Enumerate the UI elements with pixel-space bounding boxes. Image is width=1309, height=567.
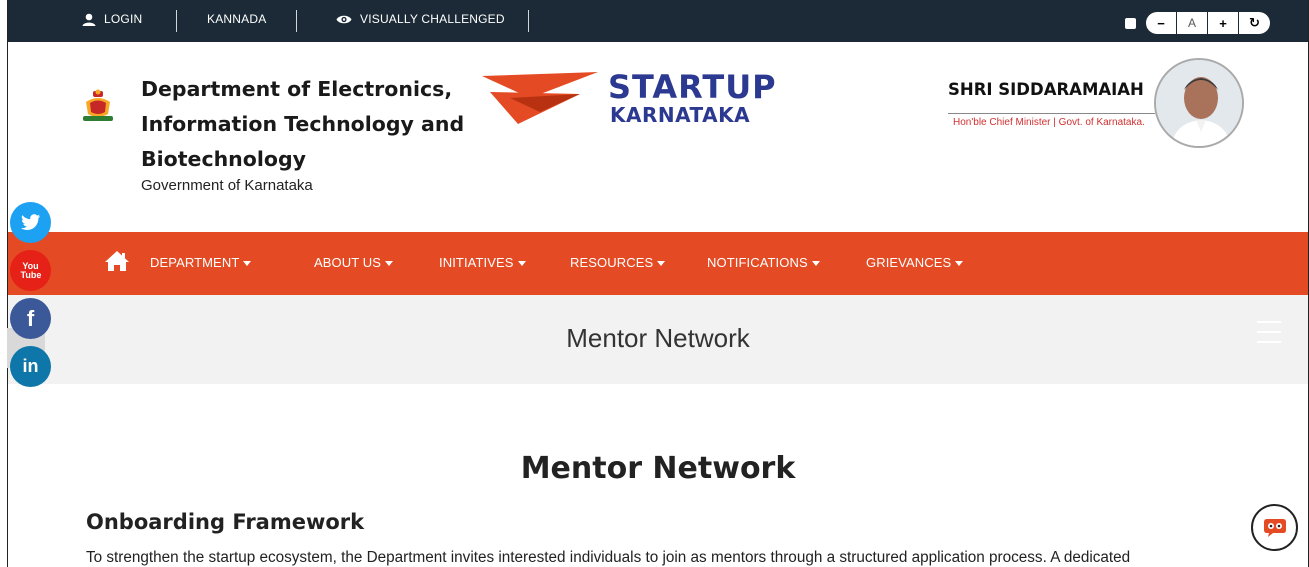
nav-label: INITIATIVES <box>439 255 514 270</box>
divider <box>176 10 177 32</box>
section-paragraph: To strengthen the startup ecosystem, the… <box>86 549 1131 566</box>
font-decrease-button[interactable]: − <box>1146 12 1177 34</box>
linkedin-icon: in <box>22 356 39 376</box>
login-label: LOGIN <box>104 12 143 26</box>
nav-label: NOTIFICATIONS <box>707 255 808 270</box>
facebook-link[interactable]: f <box>10 298 51 339</box>
twitter-link[interactable] <box>10 202 51 243</box>
user-icon <box>82 13 96 26</box>
logo-arrow-icon <box>482 72 598 124</box>
nav-item-about-us[interactable]: ABOUT US <box>314 255 394 270</box>
caret-down-icon <box>517 260 526 266</box>
facebook-icon: f <box>26 305 35 331</box>
nav-label: ABOUT US <box>314 255 382 270</box>
main-navigation: DEPARTMENT ABOUT US INITIATIVES RESOURCE… <box>8 232 1308 295</box>
department-subtitle: Government of Karnataka <box>141 177 313 194</box>
linkedin-link[interactable]: in <box>10 346 51 387</box>
youtube-link[interactable]: You Tube <box>10 250 51 291</box>
home-icon[interactable] <box>104 250 130 272</box>
avatar-portrait-icon <box>1156 60 1242 146</box>
department-title: Department of Electronics, Information T… <box>141 77 465 171</box>
logo-word-karnataka: KARNATAKA <box>610 103 751 127</box>
chief-minister-title: Hon'ble Chief Minister | Govt. of Karnat… <box>953 117 1145 128</box>
contrast-checkbox[interactable] <box>1125 17 1136 29</box>
nav-label: DEPARTMENT <box>150 255 240 270</box>
page-banner: Mentor Network <box>8 295 1308 384</box>
divider <box>296 10 297 32</box>
accessibility-controls: − A + ↻ <box>1125 12 1270 34</box>
divider <box>948 113 1155 114</box>
caret-down-icon <box>385 260 394 266</box>
chat-bot-icon <box>1263 518 1286 537</box>
chief-minister-name: SHRI SIDDARAMAIAH <box>948 80 1144 99</box>
caret-down-icon <box>657 260 666 266</box>
visually-challenged-link[interactable]: VISUALLY CHALLENGED <box>336 12 505 26</box>
visually-challenged-label: VISUALLY CHALLENGED <box>360 12 505 26</box>
startup-karnataka-logo[interactable]: STARTUP KARNATAKA <box>480 68 800 128</box>
divider <box>528 10 529 32</box>
youtube-icon: You Tube <box>20 260 42 280</box>
nav-item-notifications[interactable]: NOTIFICATIONS <box>707 255 820 270</box>
nav-label: RESOURCES <box>570 255 654 270</box>
page-heading: Mentor Network <box>520 451 796 486</box>
nav-label: GRIEVANCES <box>866 255 952 270</box>
hamburger-menu-icon[interactable] <box>1257 321 1281 351</box>
eye-icon <box>336 15 352 23</box>
section-heading: Onboarding Framework <box>86 510 365 534</box>
reset-button[interactable]: ↻ <box>1239 12 1270 34</box>
font-reset-button[interactable]: A <box>1177 12 1208 34</box>
chatbot-button[interactable] <box>1251 504 1298 551</box>
page-frame: LOGIN KANNADA VISUALLY CHALLENGED − A + … <box>7 0 1309 567</box>
caret-down-icon <box>955 260 964 266</box>
caret-down-icon <box>243 260 252 266</box>
font-increase-button[interactable]: + <box>1208 12 1239 34</box>
nav-item-resources[interactable]: RESOURCES <box>570 255 666 270</box>
kannada-label: KANNADA <box>207 12 267 26</box>
nav-item-initiatives[interactable]: INITIATIVES <box>439 255 526 270</box>
top-utility-bar: LOGIN KANNADA VISUALLY CHALLENGED − A + … <box>8 0 1308 42</box>
caret-down-icon <box>811 260 820 266</box>
kannada-link[interactable]: KANNADA <box>207 12 266 26</box>
logo-word-startup: STARTUP <box>608 68 777 106</box>
chief-minister-avatar <box>1154 58 1244 148</box>
banner-title: Mentor Network <box>566 323 750 353</box>
nav-item-grievances[interactable]: GRIEVANCES <box>866 255 964 270</box>
twitter-bird-icon <box>20 214 40 230</box>
karnataka-emblem-icon <box>83 89 113 121</box>
nav-item-department[interactable]: DEPARTMENT <box>150 255 252 270</box>
login-link[interactable]: LOGIN <box>82 12 142 26</box>
